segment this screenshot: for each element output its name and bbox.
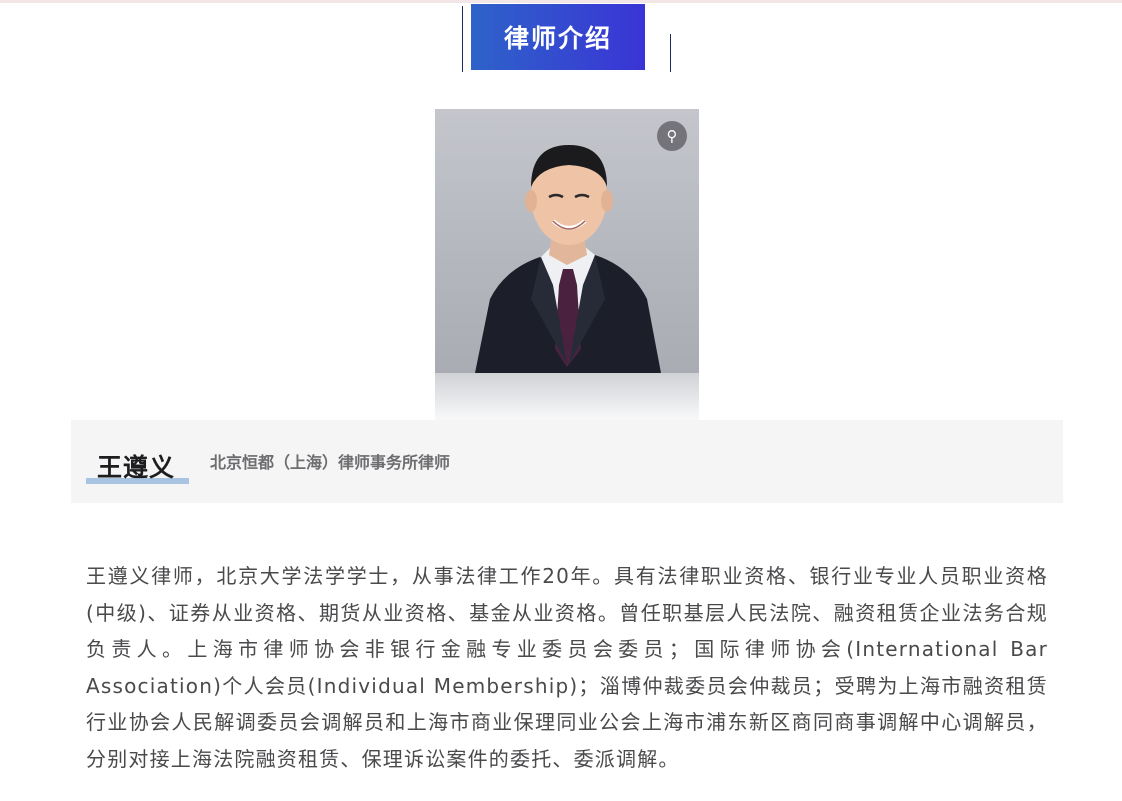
lawyer-name: 王遵义 (97, 453, 176, 482)
lawyer-title: 北京恒都（上海）律师事务所律师 (210, 453, 451, 472)
header-left-line (462, 6, 463, 72)
lawyer-bio: 王遵义律师，北京大学法学学士，从事法律工作20年。具有法律职业资格、银行业专业人… (86, 564, 1048, 771)
link-icon[interactable]: ⚲ (657, 121, 687, 151)
section-title: 律师介绍 (471, 4, 645, 70)
header-right-line (670, 34, 671, 72)
lawyer-photo: ⚲ (435, 109, 699, 373)
top-divider (0, 0, 1122, 3)
section-header: 律师介绍 (462, 4, 672, 72)
portrait-illustration (475, 145, 661, 373)
